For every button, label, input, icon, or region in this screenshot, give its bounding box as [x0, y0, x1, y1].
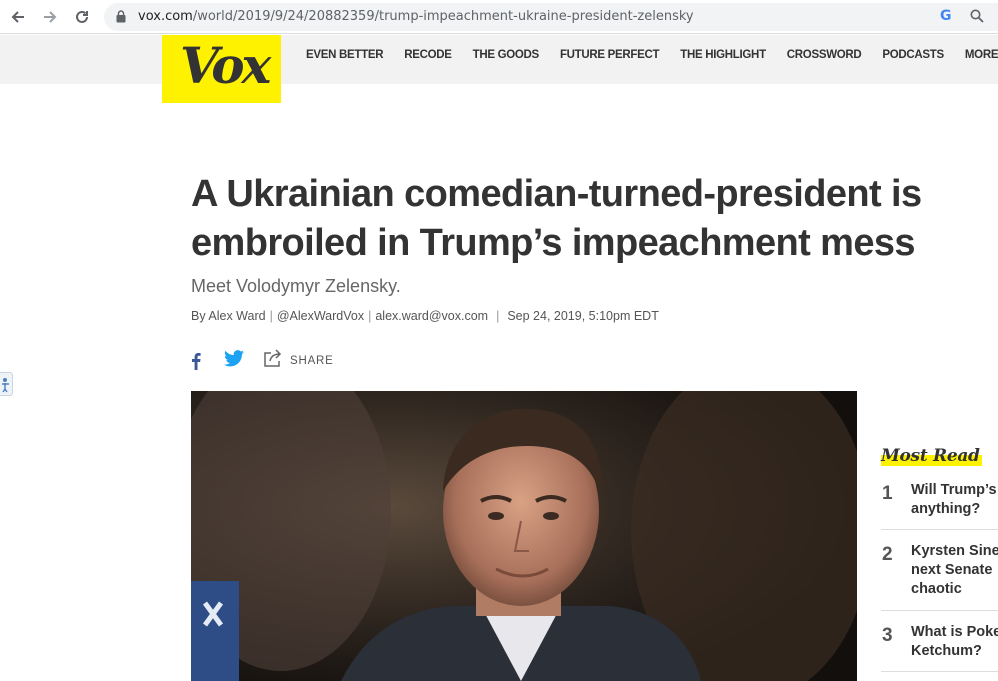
headline-line-1: A Ukrainian comedian-turned-president is — [191, 173, 922, 215]
nav-more-dropdown[interactable]: MORE — [965, 49, 998, 61]
twitter-icon[interactable] — [224, 349, 244, 372]
share-row: SHARE — [191, 349, 334, 372]
most-read-headline-line: Kyrsten Sine — [911, 543, 998, 559]
most-read-item[interactable]: 2 Kyrsten Sine next Senate chaotic — [881, 529, 998, 610]
nav-the-highlight[interactable]: THE HIGHLIGHT — [680, 49, 766, 61]
most-read-item[interactable]: 3 What is Poke Ketchum? — [881, 610, 998, 672]
address-bar[interactable]: vox.com/world/2019/9/24/20882359/trump-i… — [104, 3, 998, 31]
byline: By Alex Ward | @AlexWardVox | alex.ward@vox.… — [191, 309, 659, 323]
url-text: vox.com/world/2019/9/24/20882359/trump-i… — [138, 9, 694, 24]
most-read-headline-line: What is Poke — [911, 624, 998, 640]
nav-future-perfect[interactable]: FUTURE PERFECT — [560, 49, 660, 61]
nav-crossword[interactable]: CROSSWORD — [787, 49, 862, 61]
vox-logo[interactable]: Vox — [162, 35, 281, 103]
most-read-number: 2 — [882, 544, 893, 565]
most-read-headline-line: Ketchum? — [911, 643, 982, 659]
share-icon[interactable] — [263, 349, 283, 372]
logo-text: Vox — [180, 36, 271, 95]
back-arrow-icon[interactable] — [6, 5, 30, 29]
most-read-headline-line: anything? — [911, 501, 981, 517]
main-nav: EVEN BETTER RECODE THE GOODS FUTURE PERF… — [306, 49, 998, 61]
nav-even-better[interactable]: EVEN BETTER — [306, 49, 384, 61]
nav-podcasts[interactable]: PODCASTS — [882, 49, 944, 61]
zoom-icon[interactable] — [970, 9, 984, 28]
article-headline: A Ukrainian comedian-turned-president is… — [191, 170, 998, 268]
most-read-number: 1 — [882, 483, 893, 504]
reload-icon[interactable] — [70, 5, 94, 29]
accessibility-widget-tab[interactable] — [0, 372, 13, 396]
author-link[interactable]: Alex Ward — [208, 309, 265, 323]
hero-image — [191, 391, 857, 681]
google-icon[interactable]: G — [940, 8, 952, 24]
most-read-heading: Most Read — [881, 446, 982, 466]
url-domain: vox.com — [138, 9, 193, 24]
byline-prefix: By — [191, 309, 206, 323]
most-read-headline-line: chaotic — [911, 581, 962, 597]
most-read-headline-line: next Senate — [911, 562, 993, 578]
browser-toolbar: vox.com/world/2019/9/24/20882359/trump-i… — [0, 0, 998, 34]
most-read-item[interactable]: 1 Will Trump’s anything? — [881, 472, 998, 528]
most-read-headline-line: Will Trump’s — [911, 482, 997, 498]
nav-the-goods[interactable]: THE GOODS — [473, 49, 540, 61]
most-read-number: 3 — [882, 625, 893, 646]
lock-icon — [116, 10, 126, 28]
author-email-link[interactable]: alex.ward@vox.com — [375, 309, 488, 323]
publish-timestamp: Sep 24, 2019, 5:10pm EDT — [507, 309, 659, 323]
headline-line-2: embroiled in Trump’s impeachment mess — [191, 222, 916, 264]
forward-arrow-icon[interactable] — [38, 5, 62, 29]
author-twitter-link[interactable]: @AlexWardVox — [277, 309, 364, 323]
url-path: /world/2019/9/24/20882359/trump-impeachm… — [192, 9, 694, 24]
nav-recode[interactable]: RECODE — [404, 49, 452, 61]
share-button-label[interactable]: SHARE — [290, 355, 334, 367]
article-dek: Meet Volodymyr Zelensky. — [191, 276, 401, 296]
facebook-icon[interactable] — [191, 352, 205, 370]
